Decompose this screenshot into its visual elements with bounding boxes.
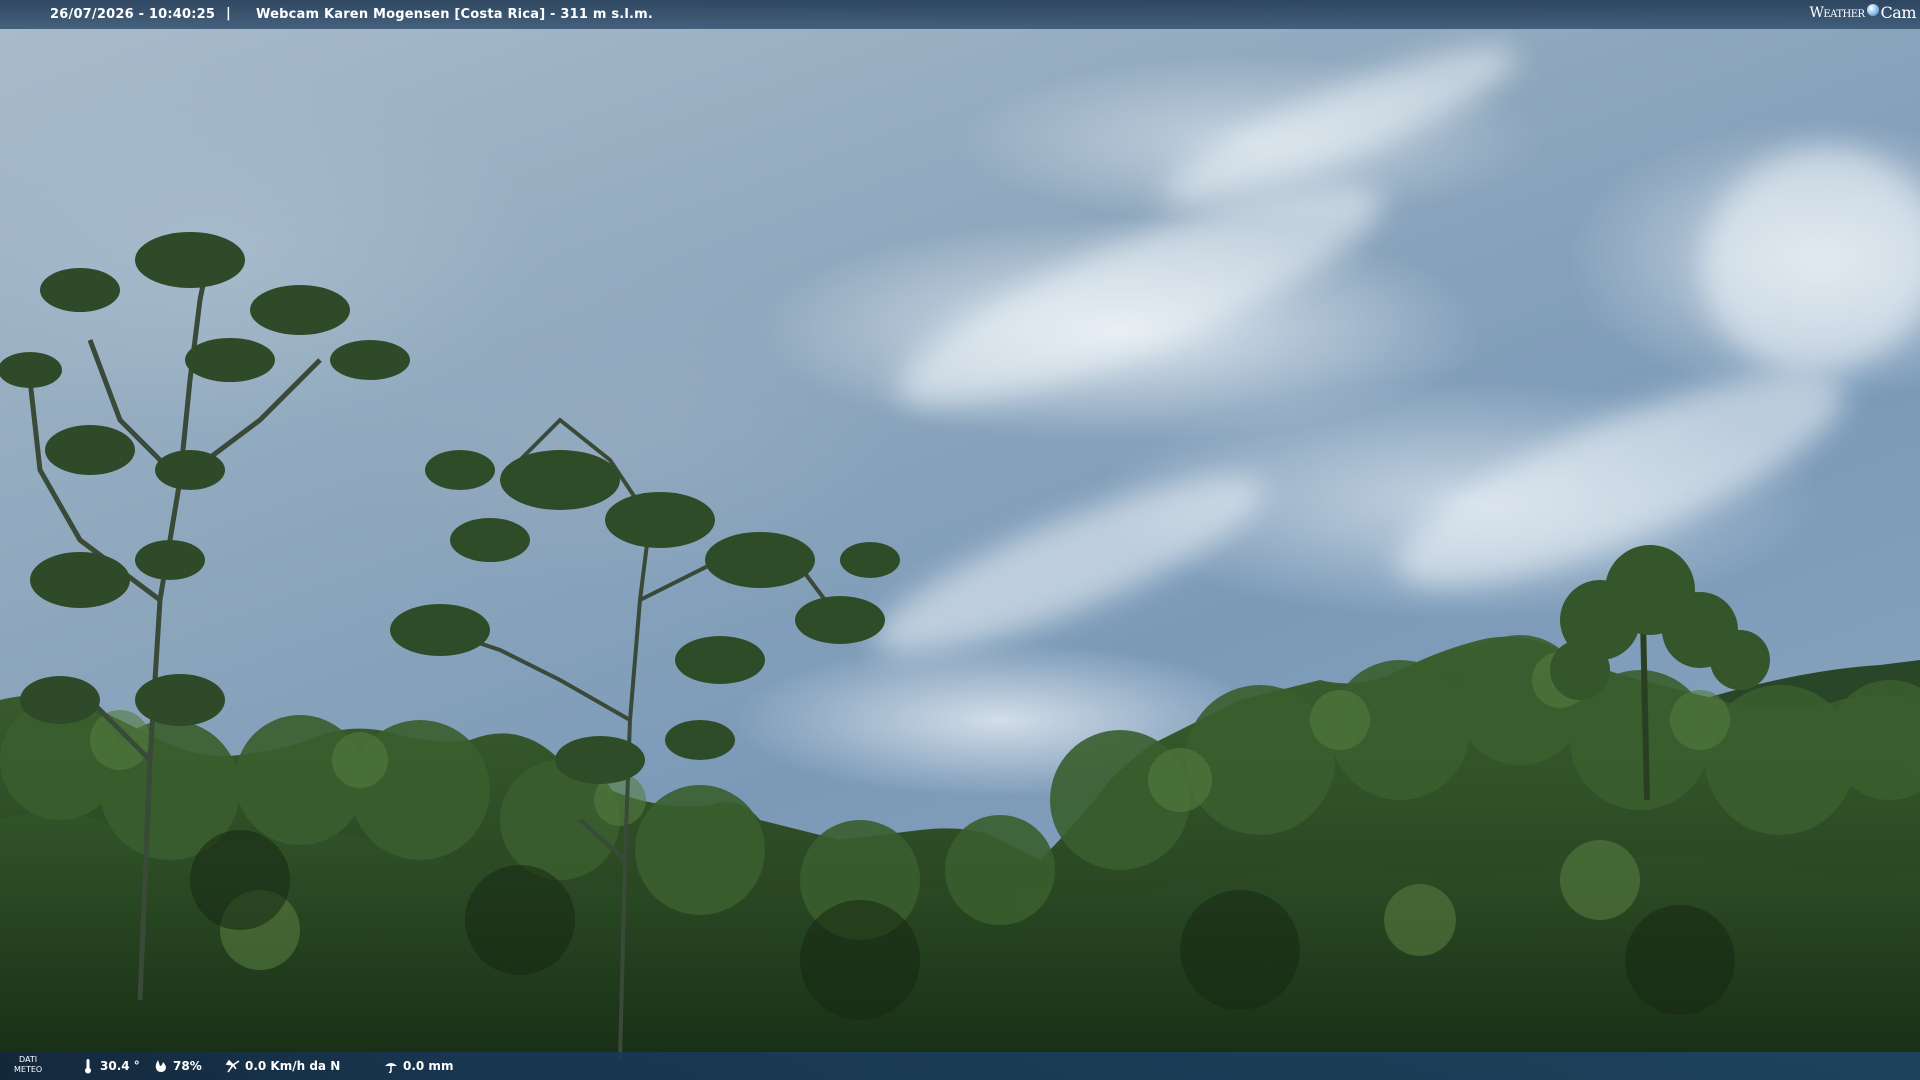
rain-gauge-icon — [385, 1063, 397, 1074]
temperature-readout: 30.4 ° — [80, 1058, 140, 1074]
timestamp: 26/07/2026 - 10:40:25 — [50, 7, 216, 22]
weather-data-bar: DATI METEO 30.4 ° 78% 0.0 Km/h da N 0.0 … — [0, 1052, 1920, 1080]
temperature-value: 30.4 ° — [100, 1059, 140, 1073]
tree-left-leaves — [0, 232, 410, 726]
globe-icon — [1866, 3, 1879, 16]
meteo-label: DATI METEO — [14, 1055, 43, 1074]
forest-scene — [0, 232, 1920, 1080]
weathercam-logo: Weather Cam — [1809, 3, 1916, 22]
thermometer-icon — [85, 1059, 91, 1074]
humidity-value: 78% — [173, 1059, 202, 1073]
wind-readout: 0.0 Km/h da N — [225, 1058, 340, 1074]
logo-text-weather: Weather — [1809, 4, 1865, 21]
rain-readout: 0.0 mm — [383, 1058, 453, 1074]
wind-value: 0.0 Km/h da N — [245, 1059, 341, 1073]
wind-vane-icon — [225, 1059, 240, 1073]
webcam-frame: 26/07/2026 - 10:40:25 | Webcam Karen Mog… — [0, 0, 1920, 1080]
header-bar: 26/07/2026 - 10:40:25 | Webcam Karen Mog… — [0, 0, 1920, 29]
webcam-title: Webcam Karen Mogensen [Costa Rica] - 311… — [256, 7, 654, 22]
header-separator: | — [226, 6, 231, 21]
humidity-readout: 78% — [153, 1058, 202, 1074]
logo-text-cam: Cam — [1880, 3, 1917, 22]
tree-middle-leaves — [390, 450, 900, 784]
humidity-drop-icon — [155, 1060, 166, 1072]
rain-value: 0.0 mm — [403, 1059, 454, 1073]
